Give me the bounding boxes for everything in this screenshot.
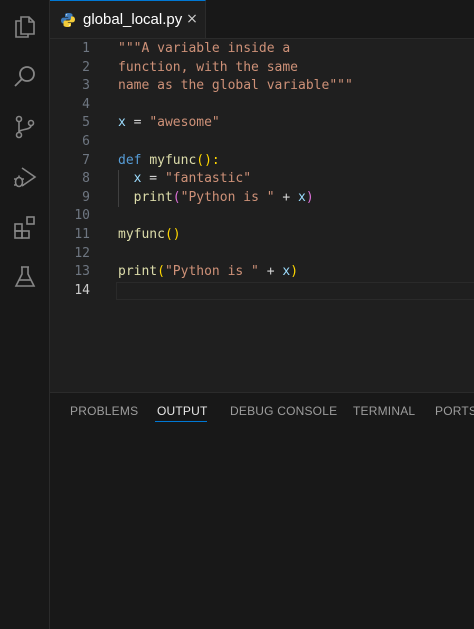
activity-bar <box>0 0 50 629</box>
code-line[interactable]: 12 <box>50 245 474 263</box>
code-line[interactable]: 13 print("Python is " + x) <box>50 263 474 281</box>
testing-icon[interactable] <box>10 262 40 292</box>
line-number: 12 <box>74 245 90 261</box>
code-token: = <box>125 115 150 131</box>
line-text: print("Python is " + x) <box>118 263 298 281</box>
line-number: 6 <box>82 134 90 149</box>
code-line[interactable]: 11 myfunc() <box>50 226 474 244</box>
current-line-highlight <box>116 281 474 300</box>
panel-tab-problems[interactable]: PROBLEMS <box>70 404 138 418</box>
code-line[interactable]: 1 """A variable inside a <box>50 40 474 58</box>
code-token: myfunc <box>118 227 165 242</box>
python-icon <box>61 13 75 27</box>
code-token: myfunc <box>149 152 197 168</box>
line-text: function, with the same <box>118 59 298 77</box>
code-token: ) <box>290 264 299 280</box>
code-line[interactable]: 6 <box>50 133 474 151</box>
code-line[interactable]: 4 <box>50 96 474 114</box>
code-line[interactable]: 14 <box>50 281 474 300</box>
code-token: ( <box>172 189 181 205</box>
code-token: print <box>133 189 173 205</box>
run-debug-icon[interactable] <box>10 162 40 192</box>
code-line[interactable]: 5 x = "awesome" <box>50 114 474 132</box>
code-token: def <box>118 152 142 168</box>
close-icon[interactable]: × <box>184 10 200 28</box>
line-number: 14 <box>74 282 90 298</box>
line-number: 3 <box>82 78 90 94</box>
code-token: () <box>164 227 181 242</box>
code-token: x <box>118 115 126 131</box>
line-text: """A variable inside a <box>118 40 290 58</box>
code-token: name as the global variable""" <box>118 78 353 94</box>
line-text: x = "fantastic" <box>118 170 251 188</box>
code-token: "Python is " <box>180 189 275 205</box>
code-line[interactable]: 7 def myfunc(): <box>50 152 474 170</box>
source-control-icon[interactable] <box>10 112 40 142</box>
active-tab-indicator <box>155 421 207 422</box>
line-number: 1 <box>82 41 90 56</box>
code-editor[interactable]: 1 """A variable inside a 2 function, with t… <box>50 38 474 392</box>
code-token: "fantastic" <box>164 171 252 187</box>
editor-tab-global-local[interactable]: global_local.py × <box>50 0 206 38</box>
line-number: 2 <box>82 59 90 75</box>
code-token: print <box>118 264 158 280</box>
code-token: """A variable inside a <box>118 41 291 56</box>
line-text: x = "awesome" <box>118 114 220 132</box>
editor-area: global_local.py × 1 """A variable inside … <box>50 0 474 392</box>
code-token: function, with the same <box>118 59 299 75</box>
line-text: print("Python is " + x) <box>118 189 314 207</box>
code-token: + <box>274 189 299 205</box>
code-line[interactable]: 9 print("Python is " + x) <box>50 189 474 207</box>
code-line[interactable]: 2 function, with the same <box>50 59 474 77</box>
panel-tab-terminal[interactable]: TERMINAL <box>353 404 415 418</box>
panel-tab-output[interactable]: OUTPUT <box>157 404 208 418</box>
line-number: 13 <box>74 264 90 280</box>
panel-tab-ports[interactable]: PORTS <box>435 404 474 418</box>
code-token: ( <box>157 264 165 280</box>
code-token: "Python is " <box>164 264 259 280</box>
code-token: x <box>298 189 306 205</box>
line-number: 10 <box>74 208 90 224</box>
code-token: + <box>258 264 283 280</box>
code-line[interactable]: 3 name as the global variable""" <box>50 77 474 95</box>
vscode-window: global_local.py × 1 """A variable inside … <box>0 0 474 629</box>
line-text: def myfunc(): <box>118 152 220 170</box>
line-number: 5 <box>82 115 90 131</box>
code-token: (): <box>196 152 220 168</box>
code-token: = <box>141 171 165 187</box>
line-number: 9 <box>82 189 90 205</box>
line-number: 8 <box>82 171 90 187</box>
bottom-panel: PROBLEMS OUTPUT DEBUG CONSOLE TERMINAL P… <box>50 392 474 629</box>
line-number: 7 <box>82 152 90 168</box>
code-line[interactable]: 10 <box>50 207 474 225</box>
explorer-icon[interactable] <box>10 12 40 42</box>
line-text: name as the global variable""" <box>118 77 353 95</box>
tab-filename: global_local.py <box>83 11 183 28</box>
line-text: myfunc() <box>118 226 181 244</box>
panel-tab-debug-console[interactable]: DEBUG CONSOLE <box>230 404 337 418</box>
line-number: 11 <box>74 227 90 242</box>
search-icon[interactable] <box>10 62 40 92</box>
code-line[interactable]: 8 x = "fantastic" <box>50 170 474 188</box>
tab-strip: global_local.py × <box>50 0 474 39</box>
line-number: 4 <box>82 96 90 112</box>
code-token: ) <box>305 189 314 205</box>
extensions-icon[interactable] <box>10 212 40 242</box>
code-token: "awesome" <box>149 115 220 131</box>
